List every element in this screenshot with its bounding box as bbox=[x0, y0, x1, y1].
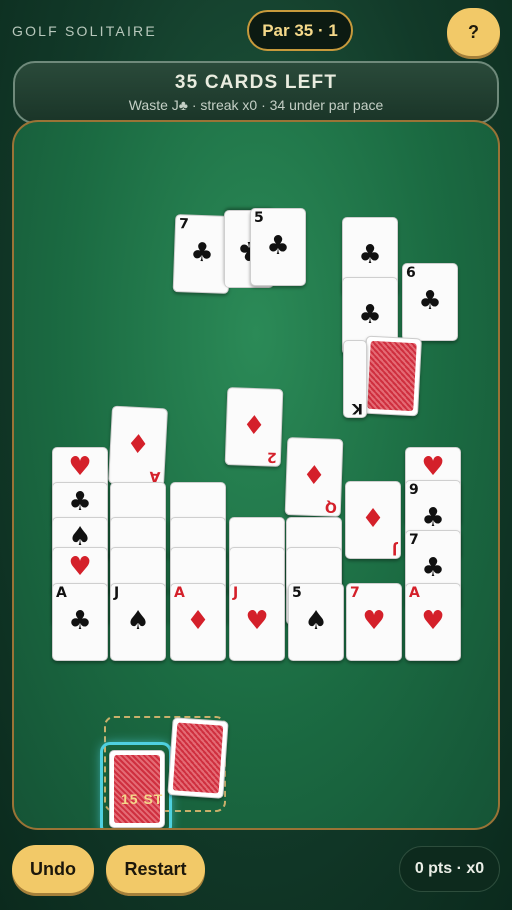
tableau-card[interactable]: Q ♦ bbox=[284, 437, 344, 517]
game-table: 7 ♣ 4 ♣ 5 ♣ 3 ♣ 4 ♣ 6 ♣ K A ♦ 2 ♦ Q ♦ J … bbox=[12, 120, 500, 830]
face-down-card bbox=[361, 335, 423, 417]
tableau-card[interactable]: 7 ♣ bbox=[172, 214, 232, 294]
tableau-card[interactable]: 7 ♥ bbox=[346, 583, 402, 661]
stock-highlight bbox=[103, 745, 169, 828]
status-banner: 35 CARDS LEFT Waste J♣ · streak x0 · 34 … bbox=[13, 61, 499, 124]
status-detail: Waste J♣ · streak x0 · 34 under par pace bbox=[128, 97, 384, 113]
tableau-card[interactable]: A ♦ bbox=[107, 405, 169, 487]
tableau-card[interactable]: 5 ♠ bbox=[288, 583, 344, 661]
help-button[interactable]: ? bbox=[447, 8, 500, 56]
game-title: GOLF SOLITAIRE bbox=[12, 23, 157, 39]
restart-button[interactable]: Restart bbox=[106, 845, 205, 893]
waste-pile[interactable] bbox=[167, 717, 229, 799]
stock-count: 15 ST bbox=[121, 791, 164, 807]
tableau-card[interactable]: 5 ♣ bbox=[250, 208, 306, 286]
tableau-card[interactable]: A ♥ bbox=[405, 583, 461, 661]
tableau-card[interactable]: J ♦ bbox=[345, 481, 401, 559]
cards-left-label: 35 CARDS LEFT bbox=[174, 72, 338, 93]
tableau-card[interactable]: K bbox=[343, 340, 367, 418]
tableau-card[interactable]: J ♠ bbox=[110, 583, 166, 661]
undo-button[interactable]: Undo bbox=[12, 845, 94, 893]
tableau-card[interactable]: 6 ♣ bbox=[402, 263, 458, 341]
tableau-card[interactable]: A ♣ bbox=[52, 583, 108, 661]
tableau-card[interactable]: 2 ♦ bbox=[224, 387, 284, 467]
tableau-card[interactable]: A ♦ bbox=[170, 583, 226, 661]
score-display: 0 pts · x0 bbox=[399, 846, 500, 892]
tableau-card[interactable]: J ♥ bbox=[229, 583, 285, 661]
par-badge: Par 35 · 1 bbox=[247, 10, 353, 51]
